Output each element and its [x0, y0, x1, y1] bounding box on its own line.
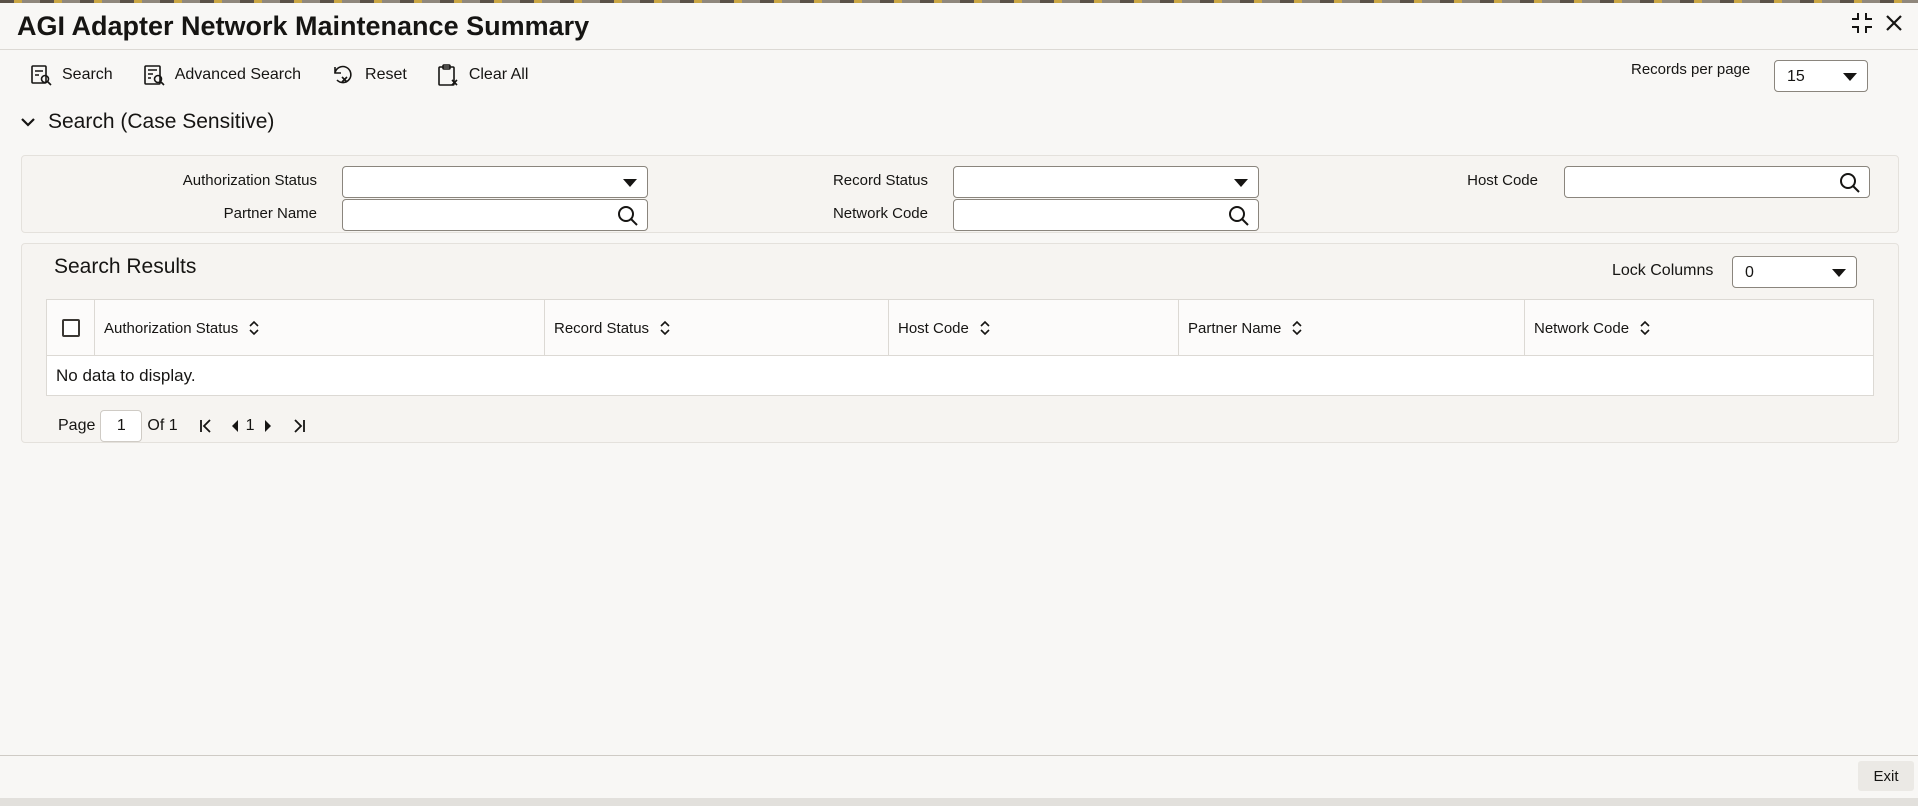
- magnifier-icon[interactable]: [617, 205, 639, 232]
- page-number-value: 1: [116, 417, 126, 434]
- sort-icon[interactable]: [979, 320, 991, 336]
- search-icon: [31, 65, 52, 86]
- partner-name-input[interactable]: [342, 199, 648, 231]
- authorization-status-label: Authorization Status: [182, 172, 317, 189]
- title-bar: AGI Adapter Network Maintenance Summary: [0, 3, 1918, 50]
- advanced-search-button-label: Advanced Search: [174, 66, 302, 83]
- reset-button[interactable]: Reset: [331, 64, 407, 86]
- lock-columns-label: Lock Columns: [1612, 262, 1714, 279]
- clear-all-button[interactable]: Clear All: [437, 63, 529, 87]
- search-section-title: Search (Case Sensitive): [48, 110, 275, 133]
- column-header-record-status[interactable]: Record Status: [545, 300, 889, 356]
- lock-columns-select[interactable]: 0: [1732, 256, 1857, 288]
- column-header-authorization-status[interactable]: Authorization Status: [95, 300, 545, 356]
- sort-icon[interactable]: [1291, 320, 1303, 336]
- sort-icon[interactable]: [1639, 320, 1651, 336]
- page-number-input[interactable]: 1: [100, 410, 143, 442]
- record-status-select[interactable]: [953, 166, 1259, 198]
- record-status-label: Record Status: [832, 172, 928, 189]
- search-section-toggle[interactable]: Search (Case Sensitive): [20, 110, 274, 134]
- chevron-down-icon: [21, 118, 35, 127]
- table-header: Authorization Status Record Status Host …: [47, 300, 1873, 356]
- prev-page-button[interactable]: [230, 419, 240, 433]
- window-controls: [1850, 11, 1904, 40]
- next-page-button[interactable]: [263, 419, 273, 433]
- lock-columns-value: 0: [1745, 264, 1754, 281]
- bottom-strip: [0, 798, 1918, 806]
- records-per-page-label: Records per page: [1631, 61, 1751, 78]
- page-label: Page: [58, 417, 96, 434]
- search-results-title: Search Results: [54, 255, 197, 278]
- clear-all-icon: [438, 64, 458, 86]
- window-title: AGI Adapter Network Maintenance Summary: [17, 11, 590, 41]
- select-all-cell: [47, 300, 95, 356]
- first-page-button[interactable]: [198, 418, 214, 434]
- reset-button-label: Reset: [365, 66, 407, 83]
- toolbar: Search Advanced Search Reset Clear All: [30, 60, 558, 90]
- exit-button[interactable]: Exit: [1858, 761, 1914, 791]
- search-button-label: Search: [62, 66, 113, 83]
- pagination: Page 1 Of 1 1: [58, 410, 307, 442]
- results-table: Authorization Status Record Status Host …: [46, 299, 1874, 396]
- empty-message: No data to display.: [56, 366, 196, 385]
- column-header-host-code[interactable]: Host Code: [889, 300, 1179, 356]
- chevron-down-icon: [623, 179, 637, 187]
- last-page-button[interactable]: [291, 418, 307, 434]
- network-code-input[interactable]: [953, 199, 1259, 231]
- search-button[interactable]: Search: [30, 64, 113, 86]
- clear-all-button-label: Clear All: [468, 66, 529, 83]
- column-header-label: Network Code: [1534, 319, 1630, 337]
- next-page-icon: [264, 420, 271, 432]
- records-per-page-value: 15: [1787, 68, 1805, 85]
- last-page-icon: [293, 419, 305, 433]
- host-code-label: Host Code: [1467, 172, 1538, 189]
- prev-page-icon: [231, 420, 238, 432]
- column-header-label: Authorization Status: [104, 319, 239, 337]
- page-link[interactable]: 1: [246, 417, 255, 435]
- column-header-network-code[interactable]: Network Code: [1525, 300, 1873, 356]
- chevron-down-icon: [1843, 73, 1857, 81]
- magnifier-icon[interactable]: [1228, 205, 1250, 232]
- partner-name-label: Partner Name: [223, 205, 317, 222]
- column-header-label: Record Status: [554, 319, 650, 337]
- chevron-down-icon: [1234, 179, 1248, 187]
- advanced-search-icon: [143, 65, 165, 86]
- page-of-label: Of 1: [147, 417, 178, 434]
- authorization-status-select[interactable]: [342, 166, 648, 198]
- magnifier-icon[interactable]: [1839, 172, 1861, 199]
- first-page-icon: [199, 419, 211, 433]
- records-per-page-select[interactable]: 15: [1774, 60, 1868, 92]
- footer-divider: [0, 755, 1918, 756]
- column-header-label: Host Code: [898, 319, 969, 337]
- column-header-partner-name[interactable]: Partner Name: [1179, 300, 1525, 356]
- advanced-search-button[interactable]: Advanced Search: [143, 64, 301, 86]
- sort-icon[interactable]: [248, 320, 260, 336]
- close-icon[interactable]: [1884, 13, 1904, 38]
- column-header-label: Partner Name: [1188, 319, 1282, 337]
- minimize-icon[interactable]: [1850, 11, 1874, 40]
- select-all-checkbox[interactable]: [62, 319, 80, 337]
- reset-icon: [334, 65, 352, 84]
- sort-icon[interactable]: [659, 320, 671, 336]
- host-code-input[interactable]: [1564, 166, 1870, 198]
- network-code-label: Network Code: [832, 205, 928, 222]
- chevron-down-icon: [1832, 269, 1846, 277]
